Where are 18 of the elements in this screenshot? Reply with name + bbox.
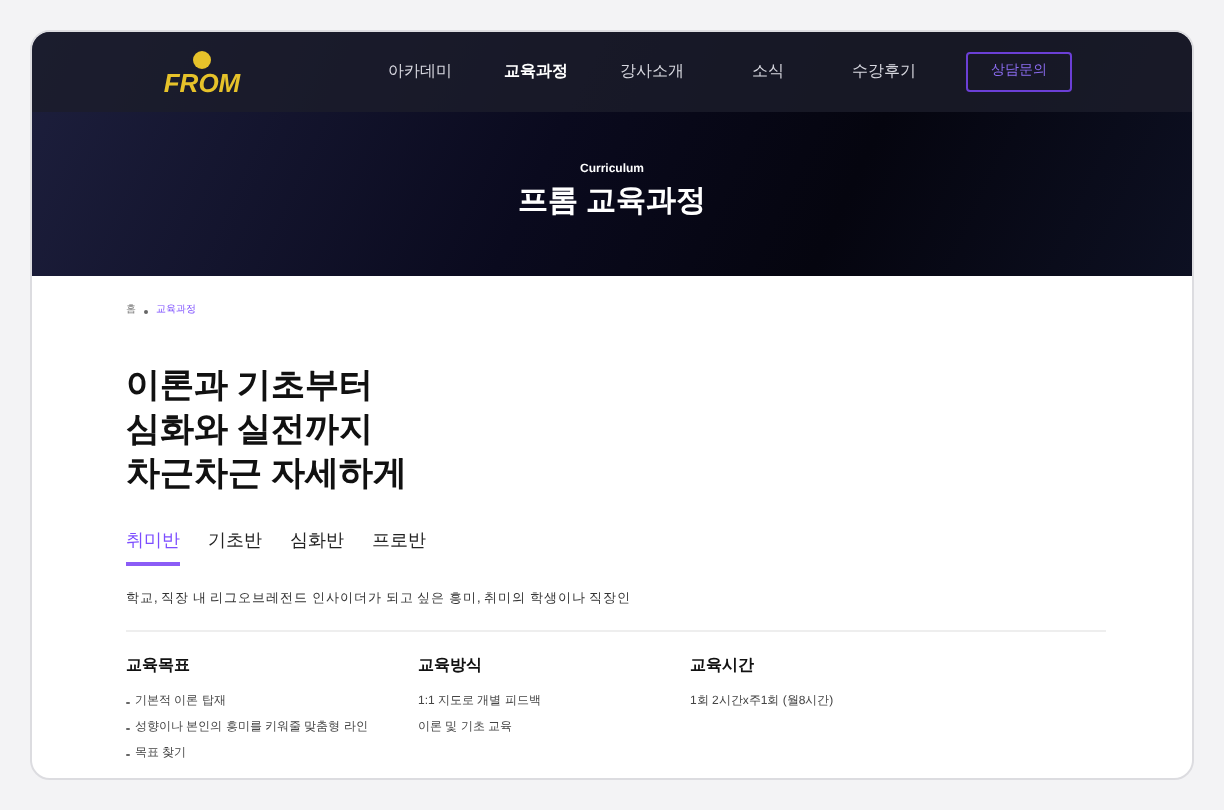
headline-text: 심화와 실전까지	[126, 407, 376, 451]
column-heading: 교육방식	[418, 653, 484, 678]
nav-link[interactable]: 교육과정	[478, 60, 594, 84]
headline-text: 이론과 기초부터	[126, 363, 376, 407]
nav-link[interactable]: 강사소개	[594, 60, 710, 84]
headline-text: 차근차근 자세하게	[126, 451, 410, 495]
nav-link[interactable]: 아카데미	[362, 60, 478, 84]
nav-link[interactable]: 소식	[710, 60, 826, 84]
course-tab[interactable]: 프로반	[372, 527, 426, 566]
course-tab[interactable]: 취미반	[126, 527, 180, 566]
course-tab[interactable]: 심화반	[290, 527, 344, 566]
breadcrumb-separator-icon	[144, 309, 148, 314]
hero-title: 프롬 교육과정	[517, 182, 707, 223]
column-heading: 교육목표	[126, 653, 192, 678]
column-heading: 교육시간	[690, 653, 756, 678]
logo[interactable]: FROM	[163, 69, 241, 95]
nav-link[interactable]: 수강후기	[826, 60, 942, 84]
course-tab[interactable]: 기초반	[208, 527, 262, 566]
